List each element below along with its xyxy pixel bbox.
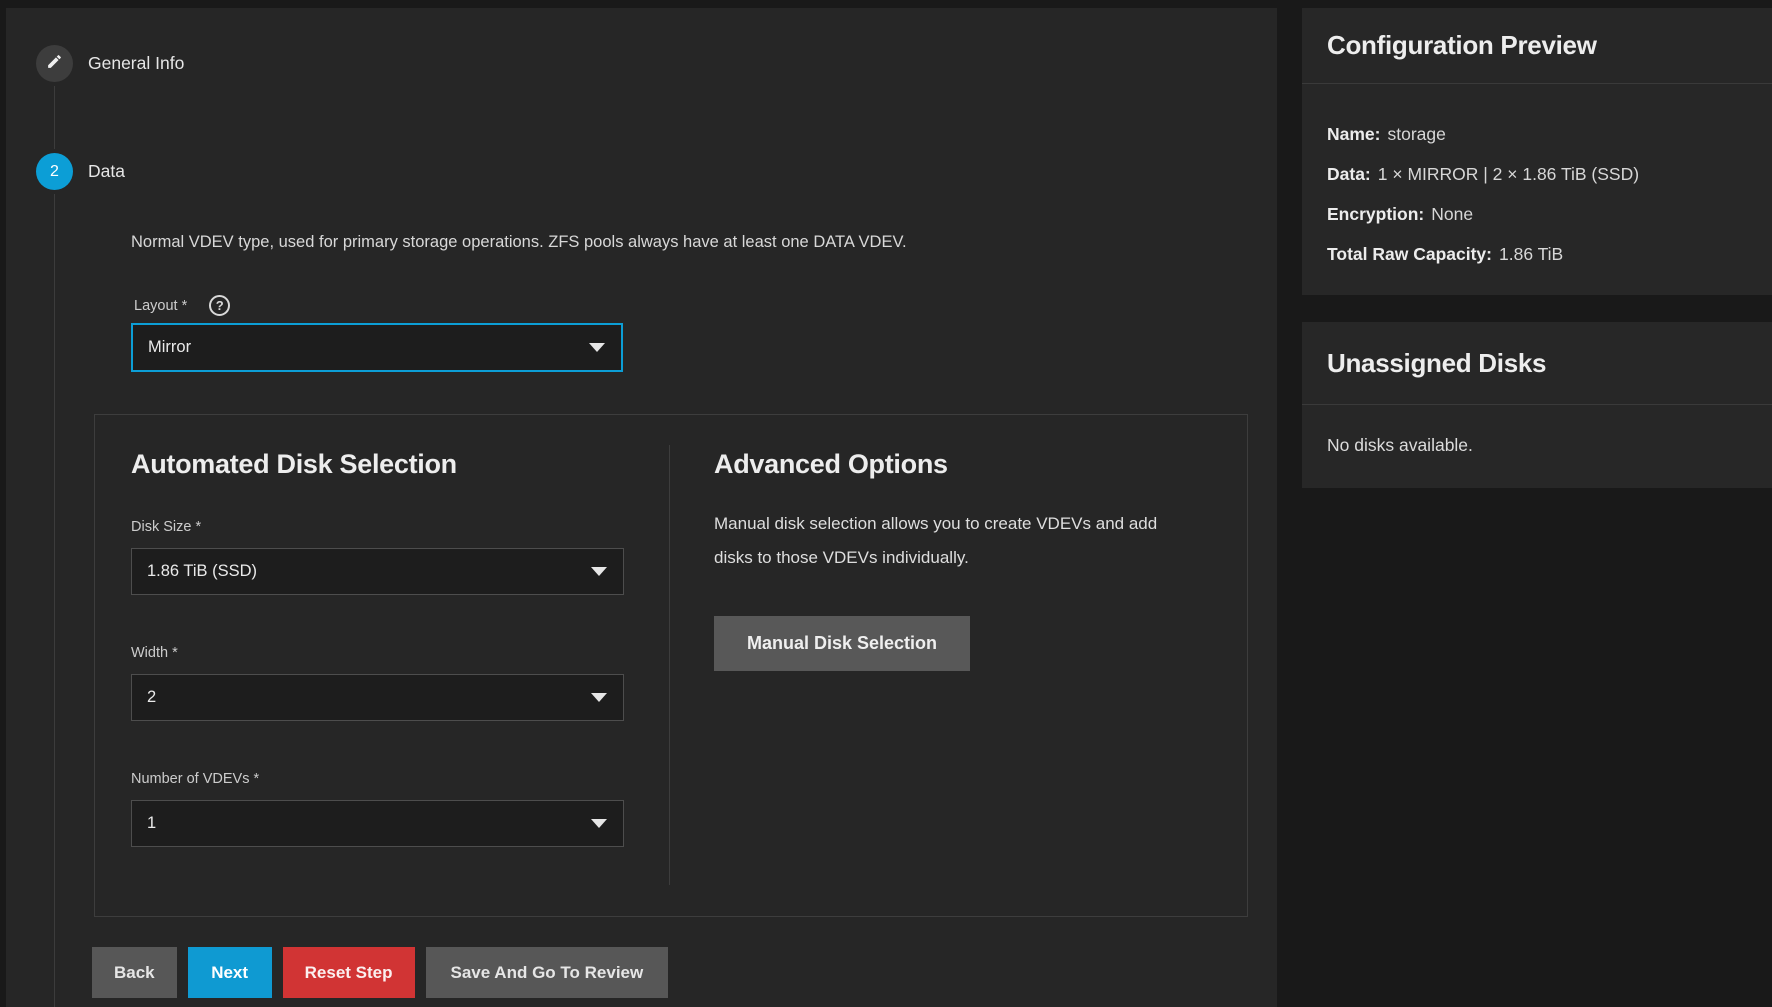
- no-disks-available-text: No disks available.: [1327, 435, 1473, 455]
- disk-size-value: 1.86 TiB (SSD): [147, 562, 257, 581]
- configuration-preview-title: Configuration Preview: [1327, 30, 1597, 61]
- step-2-label[interactable]: Data: [88, 161, 125, 182]
- panel-divider: [669, 445, 670, 885]
- chevron-down-icon: [591, 567, 607, 576]
- reset-step-button[interactable]: Reset Step: [283, 947, 415, 998]
- width-label: Width *: [131, 645, 624, 661]
- save-and-go-to-review-button[interactable]: Save And Go To Review: [426, 947, 669, 998]
- layout-field-label: Layout *: [134, 298, 187, 314]
- stepper-connector: [54, 194, 55, 1007]
- chevron-down-icon: [591, 819, 607, 828]
- width-select[interactable]: 2: [131, 674, 624, 721]
- manual-disk-selection-button[interactable]: Manual Disk Selection: [714, 616, 970, 671]
- pool-creation-wizard: General Info 2 Data Normal VDEV type, us…: [0, 0, 1772, 1007]
- configuration-preview-header: Configuration Preview: [1302, 8, 1772, 84]
- step-2-indicator[interactable]: 2: [36, 153, 73, 190]
- stepper-connector: [54, 86, 55, 149]
- number-of-vdevs-label: Number of VDEVs *: [131, 771, 624, 787]
- advanced-options-description-line1: Manual disk selection allows you to crea…: [714, 507, 1196, 541]
- config-row-encryption: Encryption:None: [1327, 204, 1747, 225]
- pencil-icon: [46, 53, 63, 75]
- config-row-data: Data:1 × MIRROR | 2 × 1.86 TiB (SSD): [1327, 164, 1747, 185]
- help-icon[interactable]: ?: [209, 295, 230, 316]
- configuration-preview-card: Configuration Preview Name:storage Data:…: [1302, 8, 1772, 295]
- wizard-main-panel: General Info 2 Data Normal VDEV type, us…: [6, 8, 1277, 1007]
- advanced-options-description-line2: disks to those VDEVs individually.: [714, 541, 1196, 575]
- automated-disk-selection-title: Automated Disk Selection: [131, 449, 624, 480]
- config-row-name: Name:storage: [1327, 124, 1747, 145]
- layout-select[interactable]: Mirror: [131, 323, 623, 372]
- number-of-vdevs-value: 1: [147, 814, 156, 833]
- step-1-indicator[interactable]: [36, 45, 73, 82]
- back-button[interactable]: Back: [92, 947, 177, 998]
- step-1-label[interactable]: General Info: [88, 53, 184, 74]
- data-vdev-description: Normal VDEV type, used for primary stora…: [131, 233, 907, 252]
- disk-size-select[interactable]: 1.86 TiB (SSD): [131, 548, 624, 595]
- unassigned-disks-card: Unassigned Disks No disks available.: [1302, 322, 1772, 488]
- step-2-number: 2: [50, 163, 59, 181]
- config-row-total-raw-capacity: Total Raw Capacity:1.86 TiB: [1327, 244, 1747, 265]
- advanced-options-title: Advanced Options: [714, 449, 1196, 480]
- number-of-vdevs-select[interactable]: 1: [131, 800, 624, 847]
- layout-select-value: Mirror: [148, 338, 191, 357]
- disk-size-label: Disk Size *: [131, 519, 624, 535]
- unassigned-disks-header: Unassigned Disks: [1302, 322, 1772, 405]
- next-button[interactable]: Next: [188, 947, 272, 998]
- chevron-down-icon: [591, 693, 607, 702]
- chevron-down-icon: [589, 343, 605, 352]
- width-value: 2: [147, 688, 156, 707]
- unassigned-disks-title: Unassigned Disks: [1327, 348, 1546, 379]
